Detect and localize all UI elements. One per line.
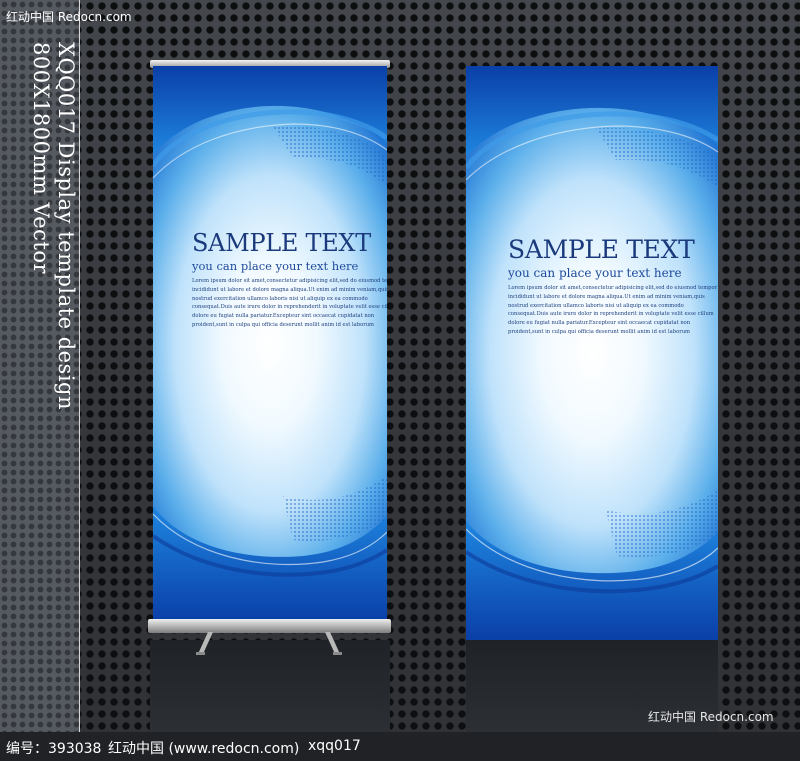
body-line: dolore eu fugiat nulla pariatur.Excepteu… (508, 320, 691, 327)
caption-id: 编号：393038 (6, 741, 102, 757)
banner-text-block: SAMPLE TEXT you can place your text here… (508, 236, 718, 337)
caption-code: xqq017 (308, 738, 361, 754)
x-banner: SAMPLE TEXT you can place your text here… (466, 66, 718, 640)
body-line: incididunt ut labore et dolore magna ali… (508, 293, 705, 300)
body-line: proident,sunt in culpa qui officia deser… (192, 321, 374, 328)
banner-text-block: SAMPLE TEXT you can place your text here… (192, 229, 387, 330)
stand-leg-right (325, 632, 342, 655)
body-line: incididunt ut labore et dolore magna ali… (192, 286, 387, 293)
banner-body-text: Lorem ipsum dolor sit amet,consectetur a… (508, 284, 718, 337)
body-line: consequat.Duis aute irure dolor in repre… (192, 304, 387, 311)
side-text-line1: XQQ017 Display template design (54, 42, 78, 411)
side-panel-divider (79, 0, 80, 732)
body-line: Lorem ipsum dolor sit amet,consectetur a… (192, 278, 387, 284)
caption-bar: 编号：393038 红动中国 (www.redocn.com) xqq017 (0, 732, 800, 761)
body-line: proident,sunt in culpa qui officia deser… (508, 328, 690, 335)
floor-shadow-left (150, 640, 390, 732)
banner-wave-graphic (466, 66, 718, 640)
watermark-bottom: 红动中国 Redocn.com (648, 710, 774, 724)
banner-body-text: Lorem ipsum dolor sit amet,consectetur a… (192, 277, 387, 330)
banner-wave-graphic (153, 66, 387, 622)
body-line: nostrud exercitation ullamco laboris nis… (192, 295, 368, 302)
rollup-banner: SAMPLE TEXT you can place your text here… (153, 66, 387, 622)
side-text-line2: 800X1800mm Vector (29, 42, 53, 275)
body-line: nostrud exercitation ullamco laboris nis… (508, 302, 684, 309)
body-line: consequat.Duis aute irure dolor in repre… (508, 311, 714, 318)
banner-title: SAMPLE TEXT (508, 235, 695, 264)
body-line: dolore eu fugiat nulla pariatur.Excepteu… (192, 313, 375, 320)
stand-leg-left (196, 632, 213, 655)
perforated-metal-background: XQQ017 Display template design 800X1800m… (0, 0, 800, 732)
side-vertical-title: XQQ017 Display template design 800X1800m… (28, 42, 78, 410)
rollup-base (148, 619, 391, 633)
caption-site: 红动中国 (www.redocn.com) (108, 741, 300, 757)
watermark-top: 红动中国 Redocn.com (6, 10, 132, 24)
banner-title: SAMPLE TEXT (192, 229, 371, 257)
banner-subtitle: you can place your text here (192, 259, 359, 273)
body-line: Lorem ipsum dolor sit amet,consectetur a… (508, 285, 718, 291)
banner-subtitle: you can place your text here (508, 266, 682, 280)
